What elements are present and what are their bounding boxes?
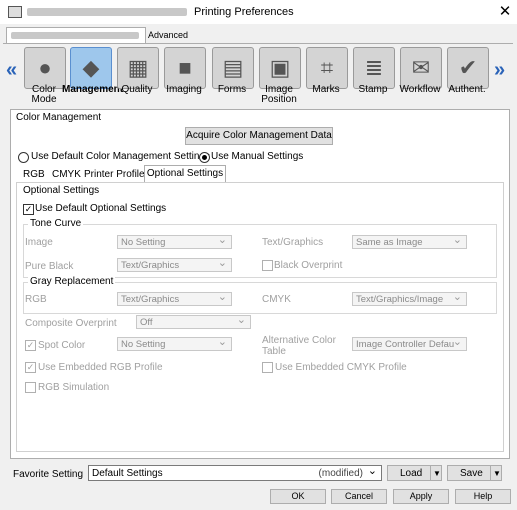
subtab-printer-profile[interactable]: Printer Profile — [84, 169, 145, 180]
pure-black-select[interactable]: Text/Graphics — [117, 256, 232, 272]
forms-icon[interactable]: ▤ — [212, 47, 254, 89]
favorite-setting-select[interactable]: Default Settings (modified) ⌄ — [88, 465, 382, 481]
radio-manual[interactable] — [199, 152, 210, 163]
save-dropdown-icon[interactable]: ▼ — [490, 466, 503, 480]
close-button[interactable]: ✕ — [496, 3, 514, 21]
gray-rgb-select[interactable]: Text/Graphics — [117, 290, 232, 306]
imaging-icon[interactable]: ■ — [164, 47, 206, 89]
gray-replacement-title: Gray Replacement — [28, 276, 116, 287]
embedded-cmyk-label: Use Embedded CMYK Profile — [275, 362, 407, 373]
save-button[interactable]: Save ▼ — [447, 465, 502, 481]
color-management-heading: Color Management — [16, 112, 102, 123]
embedded-rgb-checkbox[interactable]: ✓ — [25, 362, 36, 373]
category-label[interactable]: Authent. — [439, 85, 495, 95]
composite-overprint-select[interactable]: Off — [136, 313, 251, 329]
marks-icon[interactable]: ⌗ — [306, 47, 348, 89]
text-graphics-tone-select[interactable]: Same as Image — [352, 233, 467, 249]
chevron-down-icon: ⌄ — [367, 465, 377, 477]
favorite-setting-value: Default Settings — [92, 468, 163, 479]
alternative-color-line1: Alternative Color — [262, 335, 336, 346]
load-button[interactable]: Load ▼ — [387, 465, 442, 481]
authent-icon[interactable]: ✔ — [447, 47, 489, 89]
embedded-rgb-label: Use Embedded RGB Profile — [38, 362, 163, 373]
printer-name-redacted — [27, 8, 187, 16]
subtab-cmyk[interactable]: CMYK — [52, 169, 81, 180]
tab-printer-name[interactable] — [6, 27, 146, 44]
printer-icon — [8, 6, 22, 18]
optional-settings-box — [16, 182, 504, 452]
subtab-rgb[interactable]: RGB — [23, 169, 45, 180]
image-label: Image — [25, 237, 53, 248]
alternative-color-table-select[interactable]: Image Controller Defau — [352, 335, 467, 351]
apply-button[interactable]: Apply — [393, 489, 449, 504]
alternative-color-line2: Table — [262, 346, 286, 357]
pure-black-label: Pure Black — [25, 261, 74, 272]
nav-prev-icon[interactable]: « — [6, 60, 20, 80]
quality-icon[interactable]: ▦ — [117, 47, 159, 89]
text-graphics-label: Text/Graphics — [262, 237, 324, 248]
composite-overprint-label: Composite Overprint — [25, 318, 117, 329]
gray-cmyk-select[interactable]: Text/Graphics/Image — [352, 290, 467, 306]
subtab-optional-settings[interactable]: Optional Settings — [144, 165, 226, 182]
load-dropdown-icon[interactable]: ▼ — [430, 466, 443, 480]
image-position-icon[interactable]: ▣ — [259, 47, 301, 89]
load-label: Load — [400, 468, 423, 479]
management-icon[interactable]: ◆ — [70, 47, 112, 89]
alternative-color-table-label: Alternative Color Table — [262, 335, 336, 357]
spot-color-label: Spot Color — [38, 340, 86, 351]
tone-curve-title: Tone Curve — [28, 218, 84, 229]
favorite-setting-suffix: (modified) — [318, 468, 363, 479]
window-title: Printing Preferences — [194, 6, 294, 18]
ok-button[interactable]: OK — [270, 489, 326, 504]
help-button[interactable]: Help — [455, 489, 511, 504]
black-overprint-label: Black Overprint — [274, 260, 343, 271]
use-default-optional-checkbox[interactable]: ✓ — [23, 204, 34, 215]
spot-color-checkbox[interactable]: ✓ — [25, 340, 36, 351]
gray-cmyk-label: CMYK — [262, 294, 291, 305]
tab-divider — [3, 43, 513, 44]
rgb-simulation-checkbox[interactable] — [25, 382, 36, 393]
workflow-icon[interactable]: ✉ — [400, 47, 442, 89]
use-default-optional-label: Use Default Optional Settings — [35, 203, 167, 214]
embedded-cmyk-checkbox[interactable] — [262, 362, 273, 373]
tone-curve-group — [23, 224, 497, 278]
favorite-setting-label: Favorite Setting — [13, 469, 84, 480]
radio-manual-label: Use Manual Settings — [211, 151, 304, 162]
acquire-color-data-button[interactable]: Acquire Color Management Data — [185, 127, 333, 145]
cancel-button[interactable]: Cancel — [331, 489, 387, 504]
stamp-icon[interactable]: ≣ — [353, 47, 395, 89]
rgb-simulation-label: RGB Simulation — [38, 382, 110, 393]
nav-next-icon[interactable]: » — [494, 60, 508, 80]
save-label: Save — [460, 468, 483, 479]
tab-advanced[interactable]: Advanced — [147, 27, 189, 43]
spot-color-select[interactable]: No Setting — [117, 335, 232, 351]
tab-printer-name-redacted — [11, 32, 139, 39]
image-tone-select[interactable]: No Setting — [117, 233, 232, 249]
color-mode-icon[interactable]: ● — [24, 47, 66, 89]
radio-default-cm[interactable] — [18, 152, 29, 163]
optional-settings-heading: Optional Settings — [23, 185, 100, 196]
black-overprint-checkbox[interactable] — [262, 260, 273, 271]
gray-rgb-label: RGB — [25, 294, 47, 305]
radio-default-cm-label: Use Default Color Management Settings — [31, 151, 210, 162]
